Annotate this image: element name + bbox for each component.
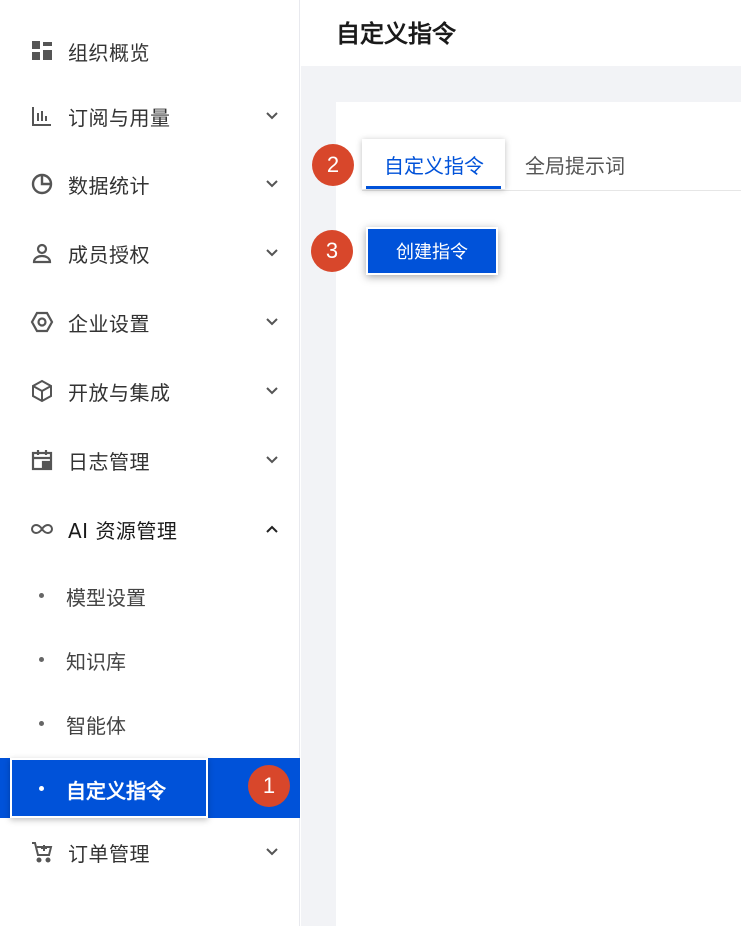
step-badge-1: 1 bbox=[248, 765, 290, 807]
sidebar-item-orders[interactable]: 订单管理 bbox=[0, 826, 300, 878]
sidebar-subitem-label: 智能体 bbox=[66, 714, 126, 738]
chevron-down-icon[interactable] bbox=[262, 842, 282, 862]
chevron-down-icon[interactable] bbox=[262, 243, 282, 263]
sidebar-item-overview[interactable]: 组织概览 bbox=[0, 25, 300, 77]
chevron-down-icon[interactable] bbox=[262, 174, 282, 194]
cube-icon bbox=[30, 379, 54, 403]
sidebar-item-label: 日志管理 bbox=[68, 449, 150, 474]
tab-active-underline bbox=[366, 186, 501, 189]
tab-label: 自定义指令 bbox=[384, 154, 484, 178]
sidebar-subitem-model-settings[interactable]: 模型设置 bbox=[0, 570, 300, 620]
sidebar-item-label: 数据统计 bbox=[68, 173, 150, 198]
chevron-down-icon[interactable] bbox=[262, 312, 282, 332]
sidebar-item-label: 开放与集成 bbox=[68, 380, 171, 405]
step-badge-2: 2 bbox=[312, 144, 354, 186]
sidebar-item-logs[interactable]: 日志管理 bbox=[0, 434, 300, 486]
chevron-down-icon[interactable] bbox=[262, 450, 282, 470]
chevron-down-icon[interactable] bbox=[262, 381, 282, 401]
sidebar-item-members[interactable]: 成员授权 bbox=[0, 227, 300, 279]
sidebar-item-integration[interactable]: 开放与集成 bbox=[0, 365, 300, 417]
sidebar-subitem-label: 模型设置 bbox=[66, 586, 146, 610]
sidebar-subitem-label: 知识库 bbox=[66, 650, 126, 674]
tab-custom-instructions[interactable]: 自定义指令 bbox=[362, 139, 505, 189]
sidebar-item-label: 成员授权 bbox=[68, 242, 150, 267]
bullet-dot bbox=[39, 657, 44, 662]
tabs-divider bbox=[362, 190, 741, 191]
sidebar-subitem-label: 自定义指令 bbox=[66, 779, 166, 803]
step-badge-3: 3 bbox=[311, 230, 353, 272]
settings-hexagon-icon bbox=[30, 310, 54, 334]
create-instruction-button[interactable]: 创建指令 bbox=[366, 227, 498, 275]
sidebar-subitem-custom-instructions[interactable]: 自定义指令 bbox=[10, 758, 208, 818]
pie-chart-icon bbox=[30, 172, 54, 196]
cart-icon bbox=[30, 840, 54, 864]
bullet-dot bbox=[39, 786, 44, 791]
sidebar-item-label: 企业设置 bbox=[68, 311, 150, 336]
sidebar-item-statistics[interactable]: 数据统计 bbox=[0, 158, 300, 210]
sidebar-item-enterprise-settings[interactable]: 企业设置 bbox=[0, 296, 300, 348]
chevron-up-icon[interactable] bbox=[262, 519, 282, 539]
sidebar: 组织概览 订阅与用量 数据统计 成员授权 企业设置 开放与集成 日志管理 AI … bbox=[0, 0, 300, 926]
infinity-icon bbox=[30, 517, 54, 541]
page-title: 自定义指令 bbox=[336, 20, 456, 48]
sidebar-subitem-knowledge-base[interactable]: 知识库 bbox=[0, 634, 300, 684]
bar-chart-icon bbox=[30, 104, 54, 128]
bullet-dot bbox=[39, 593, 44, 598]
calendar-log-icon bbox=[30, 448, 54, 472]
user-icon bbox=[30, 241, 54, 265]
sidebar-item-label: 组织概览 bbox=[68, 40, 150, 65]
sidebar-item-ai-resources[interactable]: AI 资源管理 bbox=[0, 503, 300, 555]
dashboard-grid-icon bbox=[30, 39, 54, 63]
sidebar-item-label: AI 资源管理 bbox=[68, 518, 178, 543]
sidebar-item-label: 订单管理 bbox=[68, 841, 150, 866]
bullet-dot bbox=[39, 721, 44, 726]
content-card bbox=[336, 102, 741, 926]
sidebar-item-subscription[interactable]: 订阅与用量 bbox=[0, 90, 300, 142]
chevron-down-icon[interactable] bbox=[262, 106, 282, 126]
tab-global-prompts[interactable]: 全局提示词 bbox=[525, 150, 625, 179]
sidebar-item-label: 订阅与用量 bbox=[68, 105, 171, 130]
sidebar-subitem-agents[interactable]: 智能体 bbox=[0, 698, 300, 748]
